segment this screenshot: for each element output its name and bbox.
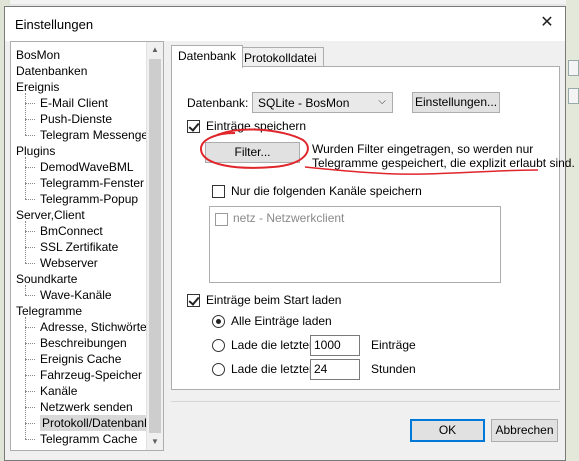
tree-guide-line bbox=[25, 359, 35, 360]
radio-last-hours-label: Lade die letzten bbox=[231, 362, 316, 376]
tree-item[interactable]: Wave-Kanäle bbox=[40, 287, 112, 303]
channel-item-checkbox[interactable] bbox=[215, 213, 228, 226]
last-entries-input[interactable]: 1000 bbox=[310, 335, 360, 356]
tree-item[interactable]: E-Mail Client bbox=[40, 95, 108, 111]
tree-item[interactable]: Adresse, Stichwörter bbox=[40, 319, 151, 335]
chevron-down-icon: ⌵ bbox=[378, 96, 386, 107]
tree-item[interactable]: SSL Zertifikate bbox=[40, 239, 118, 255]
last-hours-input[interactable]: 24 bbox=[310, 359, 360, 380]
tree-category[interactable]: Plugins bbox=[16, 143, 55, 159]
tree-guide-line bbox=[25, 167, 35, 168]
tab-protokolldatei[interactable]: Protokolldatei bbox=[237, 47, 324, 68]
scroll-thumb[interactable] bbox=[149, 59, 161, 433]
title-bar: Einstellungen ✕ bbox=[5, 7, 565, 41]
database-select-value: SQLite - BosMon bbox=[258, 96, 350, 110]
tree-guide-line bbox=[25, 285, 26, 295]
tree-item[interactable]: Telegramm-Fenster bbox=[40, 175, 144, 191]
radio-last-entries-label: Lade die letzten bbox=[231, 338, 316, 352]
tree-guide-line bbox=[25, 231, 35, 232]
tree-guide-line bbox=[25, 119, 35, 120]
tree-scrollbar[interactable]: ▲ ▼ bbox=[146, 42, 163, 450]
tree-item[interactable]: Netzwerk senden bbox=[40, 399, 133, 415]
radio-load-all[interactable] bbox=[212, 315, 225, 328]
filter-button[interactable]: Filter... bbox=[205, 142, 300, 163]
database-label: Datenbank: bbox=[187, 96, 249, 110]
ok-button[interactable]: OK bbox=[410, 419, 485, 442]
scroll-up-icon[interactable]: ▲ bbox=[147, 42, 163, 58]
tree-guide-line bbox=[25, 423, 35, 424]
tree-item[interactable]: Protokoll/Datenbank bbox=[40, 415, 153, 431]
database-select[interactable]: SQLite - BosMon ⌵ bbox=[252, 92, 393, 113]
tree-item[interactable]: Kanäle bbox=[40, 383, 77, 399]
tree-item[interactable]: Telegramm Cache bbox=[40, 431, 137, 447]
tree-guide-line bbox=[25, 93, 26, 135]
save-entries-checkbox[interactable] bbox=[187, 120, 200, 133]
tree-category[interactable]: Datenbanken bbox=[16, 63, 87, 79]
background-control bbox=[568, 88, 579, 104]
tree-item[interactable]: Telegramm-Popup bbox=[40, 191, 138, 207]
tab-datenbank[interactable]: Datenbank bbox=[171, 45, 244, 68]
settings-button[interactable]: Einstellungen... bbox=[412, 92, 500, 113]
close-icon[interactable]: ✕ bbox=[535, 12, 559, 34]
tree-guide-line bbox=[25, 221, 26, 263]
tree-guide-line bbox=[25, 199, 35, 200]
tree-item[interactable]: Push-Dienste bbox=[40, 111, 112, 127]
tree-guide-line bbox=[25, 103, 35, 104]
tree-item[interactable]: Fahrzeug-Speicher bbox=[40, 367, 142, 383]
background-control bbox=[568, 60, 579, 76]
settings-tree[interactable]: BosMon Datenbanken Ereignis E-Mail Client Pu… bbox=[10, 41, 164, 451]
radio-load-all-label: Alle Einträge laden bbox=[231, 314, 332, 328]
filter-note-line2: Telegramme gespeichert, die explizit erl… bbox=[312, 156, 575, 170]
channel-list[interactable]: netz - Netzwerkclient bbox=[209, 206, 501, 283]
tree-item[interactable]: Telegram Messenger bbox=[40, 127, 152, 143]
tree-category[interactable]: Server,Client bbox=[16, 207, 85, 223]
tree-guide-line bbox=[25, 375, 35, 376]
channel-item-label: netz - Netzwerkclient bbox=[233, 211, 345, 225]
footer-divider bbox=[171, 401, 560, 402]
tree-category[interactable]: BosMon bbox=[16, 47, 60, 63]
tree-item[interactable]: DemodWaveBML bbox=[40, 159, 134, 175]
dialog-title: Einstellungen bbox=[15, 17, 94, 32]
tree-item[interactable]: Ereignis Cache bbox=[40, 351, 121, 367]
tree-guide-line bbox=[25, 327, 35, 328]
tree-guide-line bbox=[25, 317, 26, 439]
settings-dialog: Einstellungen ✕ BosMon Datenbanken Ereigni… bbox=[4, 6, 575, 461]
tree-guide-line bbox=[25, 183, 35, 184]
tree-guide-line bbox=[25, 135, 35, 136]
save-entries-label: Einträge speichern bbox=[206, 119, 307, 133]
load-on-start-checkbox[interactable] bbox=[187, 294, 200, 307]
cancel-button[interactable]: Abbrechen bbox=[491, 419, 558, 442]
tree-item[interactable]: BmConnect bbox=[40, 223, 103, 239]
tree-guide-line bbox=[25, 247, 35, 248]
tree-category[interactable]: Ereignis bbox=[16, 79, 59, 95]
tree-item[interactable]: Beschreibungen bbox=[40, 335, 127, 351]
radio-last-hours[interactable] bbox=[212, 363, 225, 376]
tree-guide-line bbox=[25, 263, 35, 264]
last-hours-unit: Stunden bbox=[371, 362, 416, 376]
tab-panel-datenbank: Datenbank: SQLite - BosMon ⌵ Einstellung… bbox=[171, 66, 575, 390]
filter-note-line1: Wurden Filter eingetragen, so werden nur bbox=[312, 142, 534, 156]
tree-item[interactable]: Webserver bbox=[40, 255, 98, 271]
tree-guide-line bbox=[25, 343, 35, 344]
only-channels-checkbox[interactable] bbox=[212, 185, 225, 198]
only-channels-label: Nur die folgenden Kanäle speichern bbox=[231, 184, 422, 198]
background-window-strip bbox=[0, 0, 579, 4]
tree-guide-line bbox=[25, 295, 35, 296]
last-entries-unit: Einträge bbox=[371, 338, 416, 352]
tree-guide-line bbox=[25, 391, 35, 392]
tree-guide-line bbox=[25, 157, 26, 199]
load-on-start-label: Einträge beim Start laden bbox=[206, 293, 342, 307]
scroll-down-icon[interactable]: ▼ bbox=[147, 434, 163, 450]
tree-guide-line bbox=[25, 407, 35, 408]
background-app-right bbox=[566, 0, 579, 461]
tree-guide-line bbox=[25, 439, 35, 440]
radio-last-entries[interactable] bbox=[212, 339, 225, 352]
